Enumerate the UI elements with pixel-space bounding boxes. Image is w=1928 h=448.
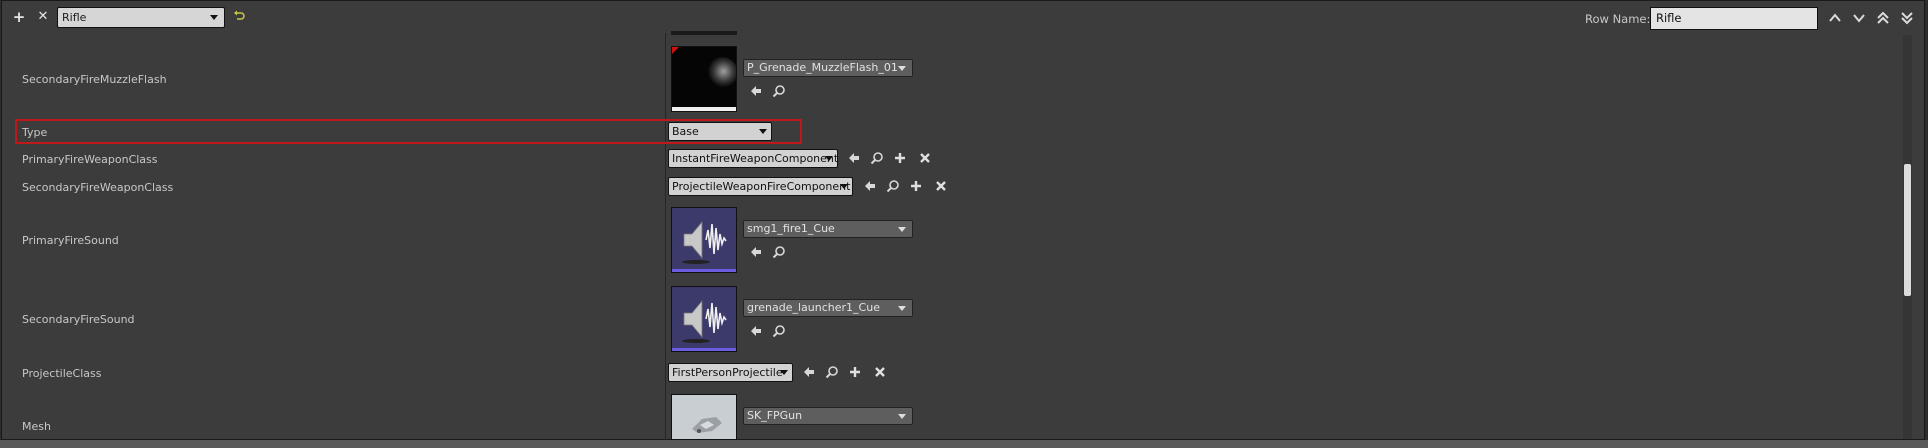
- mesh-thumbnail[interactable]: [671, 394, 737, 440]
- browse-search-icon[interactable]: [772, 324, 786, 338]
- clear-x-icon[interactable]: [918, 151, 932, 165]
- chevron-down-icon: [898, 66, 906, 71]
- secondary-fire-class-dropdown[interactable]: ProjectileWeaponFireComponent: [668, 177, 853, 196]
- property-name-projectile-class: ProjectileClass: [22, 367, 102, 380]
- chevron-down-icon: [898, 306, 906, 311]
- use-selected-arrow-icon[interactable]: [847, 151, 861, 165]
- primary-fire-sound-value: smg1_fire1_Cue: [747, 222, 835, 235]
- add-row-button[interactable]: +: [11, 9, 27, 25]
- delete-row-button[interactable]: ✕: [35, 9, 51, 25]
- primary-fire-class-value: InstantFireWeaponComponent: [672, 152, 839, 165]
- use-selected-arrow-icon[interactable]: [749, 324, 763, 338]
- primary-fire-sound-thumbnail[interactable]: [671, 207, 737, 273]
- move-top-icon[interactable]: [1875, 11, 1891, 25]
- clear-x-icon[interactable]: [873, 365, 887, 379]
- use-selected-arrow-icon[interactable]: [749, 245, 763, 259]
- move-down-icon[interactable]: [1851, 11, 1867, 25]
- use-selected-arrow-icon[interactable]: [749, 84, 763, 98]
- new-class-plus-icon[interactable]: [848, 365, 862, 379]
- primary-fire-class-dropdown[interactable]: InstantFireWeaponComponent: [668, 149, 838, 168]
- vertical-scrollbar[interactable]: [1904, 164, 1911, 296]
- projectile-class-value: FirstPersonProjectile: [672, 366, 783, 379]
- browse-search-icon[interactable]: [886, 179, 900, 193]
- browse-search-icon[interactable]: [870, 151, 884, 165]
- projectile-class-dropdown[interactable]: FirstPersonProjectile: [668, 363, 793, 382]
- mesh-asset-value: SK_FPGun: [747, 409, 803, 422]
- browse-search-icon[interactable]: [772, 84, 786, 98]
- new-class-plus-icon[interactable]: [893, 151, 907, 165]
- bottom-edge: [0, 440, 1928, 448]
- new-class-plus-icon[interactable]: [909, 179, 923, 193]
- property-name-secondary-fire-muzzle-flash: SecondaryFireMuzzleFlash: [22, 73, 167, 86]
- secondary-fire-sound-value: grenade_launcher1_Cue: [747, 301, 880, 314]
- property-name-secondary-fire-weapon-class: SecondaryFireWeaponClass: [22, 181, 174, 194]
- data-table-row-editor: + ✕ Rifle Row Name: Rifle SecondaryFireM…: [1, 0, 1925, 441]
- secondary-fire-sound-thumbnail[interactable]: [671, 286, 737, 352]
- undo-icon[interactable]: [233, 10, 245, 22]
- row-selector-dropdown[interactable]: Rifle: [57, 7, 225, 28]
- use-selected-arrow-icon[interactable]: [802, 365, 816, 379]
- previous-thumbnail-edge: [671, 31, 737, 35]
- muzzle-flash-asset-value: P_Grenade_MuzzleFlash_01: [747, 61, 898, 74]
- muzzle-flash-asset-dropdown[interactable]: P_Grenade_MuzzleFlash_01: [743, 59, 913, 77]
- row-selector-value: Rifle: [62, 11, 87, 24]
- clear-x-icon[interactable]: [934, 179, 948, 193]
- move-up-icon[interactable]: [1827, 11, 1843, 25]
- chevron-down-icon: [898, 227, 906, 232]
- property-name-primary-fire-weapon-class: PrimaryFireWeaponClass: [22, 153, 158, 166]
- chevron-down-icon: [840, 184, 848, 189]
- chevron-down-icon: [825, 156, 833, 161]
- move-bottom-icon[interactable]: [1899, 11, 1915, 25]
- chevron-down-icon: [898, 414, 906, 419]
- chevron-down-icon: [780, 370, 788, 375]
- secondary-fire-sound-dropdown[interactable]: grenade_launcher1_Cue: [743, 299, 913, 317]
- column-divider: [665, 33, 666, 441]
- row-name-input[interactable]: Rifle: [1650, 7, 1818, 30]
- mesh-asset-dropdown[interactable]: SK_FPGun: [743, 407, 913, 425]
- type-row-highlight: [15, 119, 802, 144]
- muzzle-flash-thumbnail[interactable]: [671, 46, 737, 112]
- secondary-fire-class-value: ProjectileWeaponFireComponent: [672, 180, 851, 193]
- property-name-mesh: Mesh: [22, 420, 51, 433]
- chevron-down-icon: [210, 15, 218, 20]
- row-toolbar: + ✕ Rifle Row Name: Rifle: [2, 1, 1924, 35]
- row-name-label: Row Name:: [1585, 12, 1651, 26]
- primary-fire-sound-dropdown[interactable]: smg1_fire1_Cue: [743, 220, 913, 238]
- property-name-secondary-fire-sound: SecondaryFireSound: [22, 313, 135, 326]
- browse-search-icon[interactable]: [825, 365, 839, 379]
- property-name-primary-fire-sound: PrimaryFireSound: [22, 234, 119, 247]
- browse-search-icon[interactable]: [772, 245, 786, 259]
- use-selected-arrow-icon[interactable]: [863, 179, 877, 193]
